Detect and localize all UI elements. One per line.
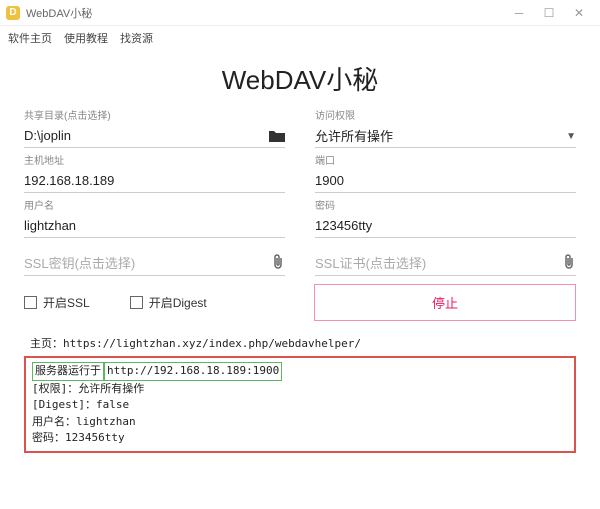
chevron-down-icon[interactable]: ▼ [566,131,576,142]
close-button[interactable]: ✕ [564,0,594,26]
window-title: WebDAV小秘 [26,5,504,21]
log-line-user: 用户名：lightzhan [32,414,568,431]
ssl-checkbox[interactable]: 开启SSL [24,294,90,311]
share-dir-field[interactable]: 共享目录(点击选择) [24,107,285,148]
log-line-pass: 密码：123456tty [32,430,568,447]
ssl-cert-input[interactable] [315,252,576,276]
log-line-perm: [权限]：允许所有操作 [32,381,568,398]
share-dir-label: 共享目录(点击选择) [24,107,285,122]
access-input[interactable] [315,124,576,148]
host-field: 主机地址 [24,152,285,193]
log-line-digest: [Digest]：false [32,397,568,414]
app-icon: D [6,6,20,20]
minimize-button[interactable]: ─ [504,0,534,26]
access-label: 访问权限 [315,107,576,122]
checks: 开启SSL 开启Digest [24,294,284,311]
page-title: WebDAV小秘 [24,60,576,97]
checkbox-icon [130,296,143,309]
password-input[interactable] [315,214,576,238]
password-label: 密码 [315,197,576,212]
log-homepage: 主页：https://lightzhan.xyz/index.php/webda… [30,335,576,351]
attach-icon[interactable] [271,254,285,270]
ssl-cert-field[interactable] [315,252,576,276]
port-field: 端口 [315,152,576,193]
titlebar: D WebDAV小秘 ─ ☐ ✕ [0,0,600,26]
ssl-check-label: 开启SSL [43,294,90,311]
access-field[interactable]: 访问权限 ▼ [315,107,576,148]
share-dir-input[interactable] [24,124,285,148]
port-label: 端口 [315,152,576,167]
ssl-key-input[interactable] [24,252,285,276]
user-field: 用户名 [24,197,285,238]
attach-icon[interactable] [562,254,576,270]
maximize-button[interactable]: ☐ [534,0,564,26]
digest-check-label: 开启Digest [149,294,207,311]
content: WebDAV小秘 共享目录(点击选择) 访问权限 ▼ 主机地址 端口 用户名 [0,50,600,509]
folder-icon[interactable] [269,130,285,142]
stop-button[interactable]: 停止 [314,284,576,321]
menu-resources[interactable]: 找资源 [120,30,153,46]
ssl-key-field[interactable] [24,252,285,276]
digest-checkbox[interactable]: 开启Digest [130,294,207,311]
menubar: 软件主页 使用教程 找资源 [0,26,600,50]
user-input[interactable] [24,214,285,238]
host-input[interactable] [24,169,285,193]
password-field: 密码 [315,197,576,238]
log-box: 服务器运行于 http://192.168.18.189:1900 [权限]：允… [24,356,576,453]
user-label: 用户名 [24,197,285,212]
port-input[interactable] [315,169,576,193]
log-line-running: 服务器运行于 http://192.168.18.189:1900 [32,362,568,381]
checkbox-icon [24,296,37,309]
menu-home[interactable]: 软件主页 [8,30,52,46]
host-label: 主机地址 [24,152,285,167]
menu-tutorial[interactable]: 使用教程 [64,30,108,46]
